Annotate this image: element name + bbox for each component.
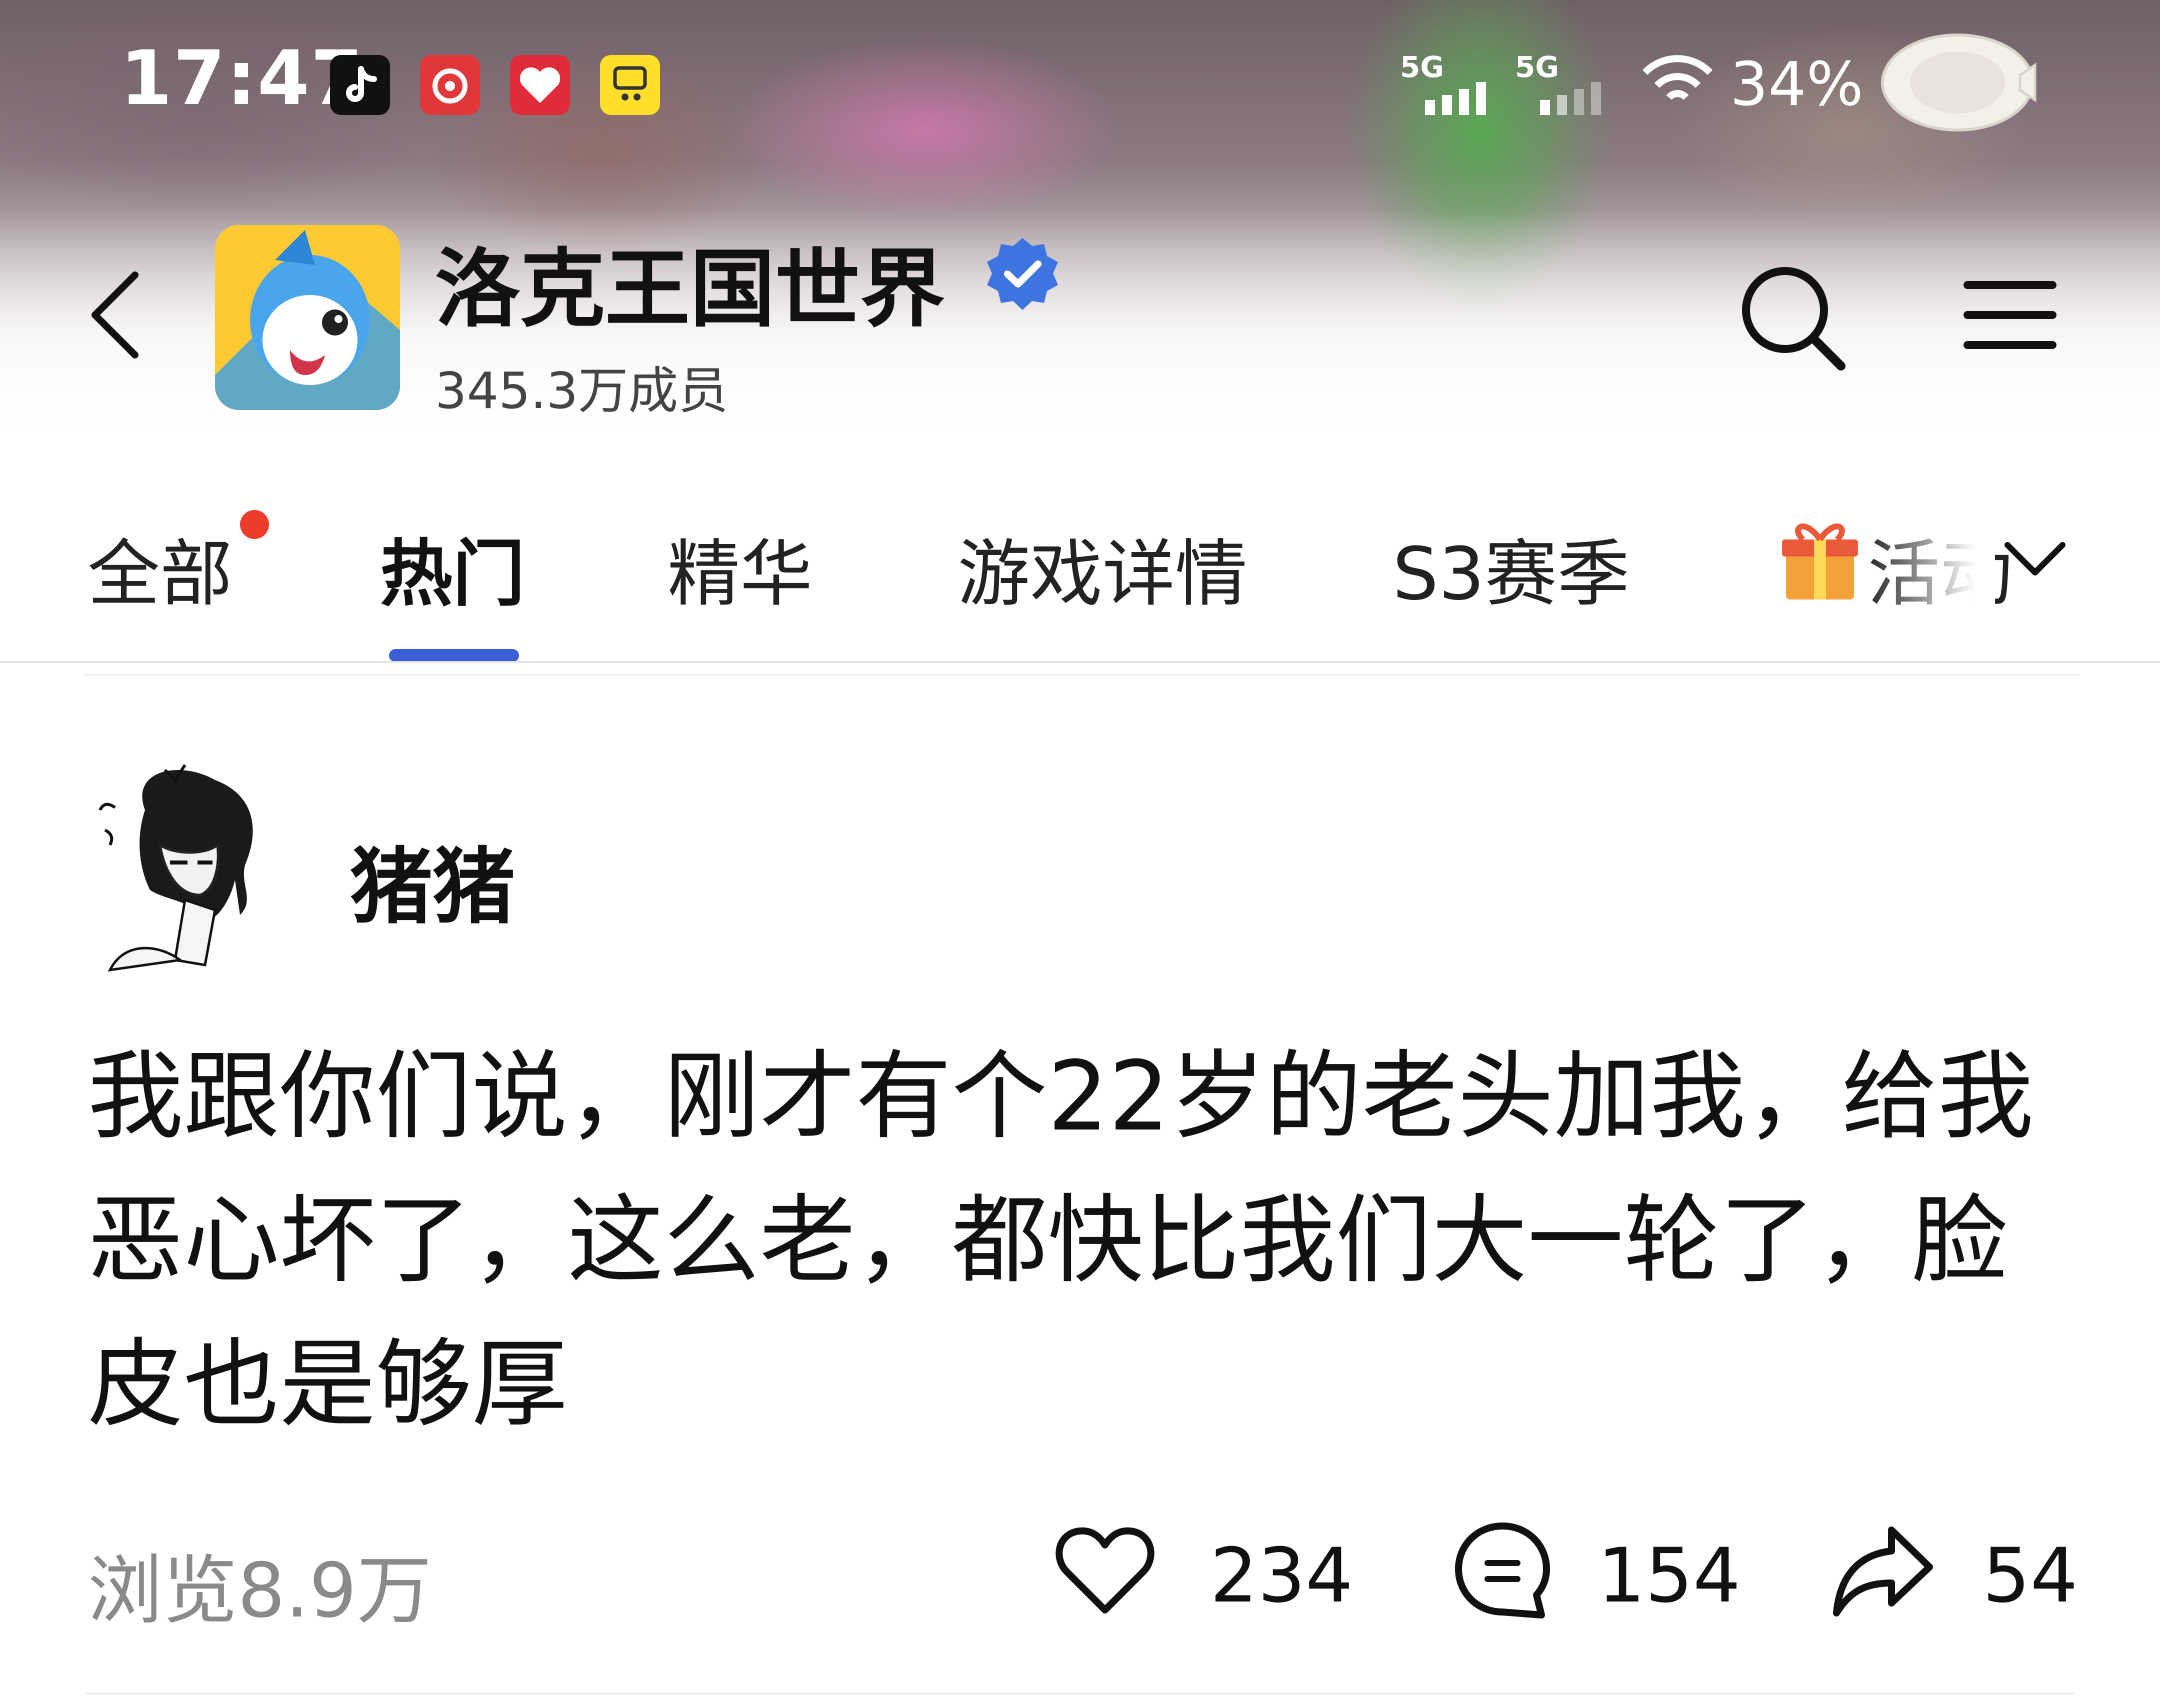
group-avatar[interactable]	[215, 225, 400, 410]
member-count: 345.3万成员	[435, 362, 728, 420]
signal-bars-2-icon	[1540, 80, 1605, 117]
like-heart-icon[interactable]	[1050, 1515, 1160, 1625]
tabs-divider	[0, 661, 2160, 663]
red-app-icon	[510, 55, 570, 115]
xianyu-icon	[600, 55, 660, 115]
active-tab-indicator	[389, 649, 519, 662]
netease-music-icon	[420, 55, 480, 115]
share-icon[interactable]	[1828, 1515, 1938, 1625]
signal-label-1: 5G	[1400, 50, 1444, 84]
gift-icon	[1780, 518, 1860, 604]
battery-level: 34%	[1730, 50, 1864, 120]
comment-icon[interactable]	[1448, 1515, 1558, 1625]
tab-hot[interactable]: 热门	[380, 515, 525, 620]
signal-label-2: 5G	[1515, 50, 1559, 84]
group-title: 洛克王国世界	[435, 240, 946, 339]
battery-icon	[1880, 30, 2040, 137]
comment-count: 154	[1598, 1532, 1741, 1620]
search-icon[interactable]	[1735, 260, 1850, 375]
verified-badge-icon	[980, 235, 1065, 320]
tab-game-details[interactable]: 游戏详情	[958, 515, 1248, 620]
view-count: 浏览8.9万	[88, 1548, 432, 1634]
content-top-divider	[85, 674, 2080, 676]
author-name[interactable]: 猪猪	[350, 820, 515, 940]
unread-dot	[240, 510, 269, 539]
tab-featured[interactable]: 精华	[668, 515, 812, 620]
post-body: 我跟你们说，刚才有个22岁的老头加我，给我恶心坏了，这么老，都快比我们大一轮了，…	[88, 1041, 2034, 1440]
tab-all[interactable]: 全部	[88, 515, 232, 620]
chevron-down-icon[interactable]	[1995, 530, 2075, 590]
back-button[interactable]	[85, 265, 145, 365]
tabs-overflow-fade	[1865, 500, 1995, 620]
share-count: 54	[1982, 1532, 2078, 1620]
menu-icon[interactable]	[1960, 270, 2060, 360]
like-count: 234	[1210, 1532, 1354, 1620]
signal-bars-1-icon	[1425, 80, 1490, 117]
author-avatar[interactable]	[90, 750, 290, 980]
tab-s3-season[interactable]: S3赛季	[1392, 515, 1630, 620]
post-divider	[85, 1692, 2075, 1694]
wifi-icon	[1640, 48, 1715, 114]
status-time: 17:47	[120, 35, 364, 122]
tiktok-icon	[330, 55, 390, 115]
